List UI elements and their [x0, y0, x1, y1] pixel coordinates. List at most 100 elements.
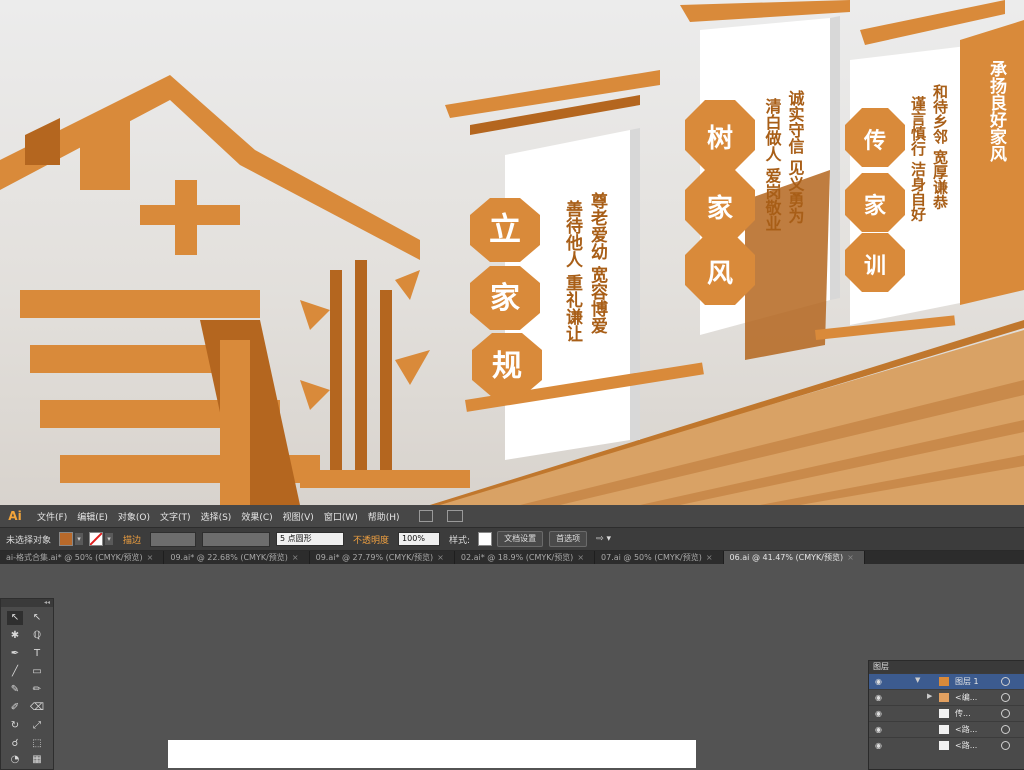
paintbrush-tool-icon[interactable]: ✎ — [7, 683, 23, 697]
close-icon[interactable]: × — [292, 553, 299, 562]
target-circle-icon[interactable] — [1001, 677, 1010, 686]
badge-char: 家 — [864, 193, 887, 219]
layer-row[interactable]: ◉ 传... — [869, 705, 1024, 721]
layer-row[interactable]: ◉ ▼ 图层 1 — [869, 673, 1024, 689]
tab-doc-active[interactable]: 06.ai @ 41.47% (CMYK/预览) × — [723, 551, 865, 565]
eraser-tool-icon[interactable]: ⌫ — [29, 701, 45, 715]
direct-selection-tool-icon[interactable]: ↖ — [29, 611, 45, 625]
warp-tool-icon[interactable]: ☌ — [7, 737, 23, 751]
visibility-eye-icon[interactable]: ◉ — [875, 693, 882, 702]
target-circle-icon[interactable] — [1001, 693, 1010, 702]
badge-char: 立 — [489, 210, 521, 248]
rotate-tool-icon[interactable]: ↻ — [7, 719, 23, 733]
tab-doc-3[interactable]: 09.ai* @ 27.79% (CMYK/预览) × — [310, 551, 455, 565]
scale-tool-icon[interactable]: ⤢ — [29, 719, 45, 733]
visibility-eye-icon[interactable]: ◉ — [875, 741, 882, 750]
layer-name: <编... — [955, 693, 978, 702]
badge-char: 家 — [707, 193, 733, 224]
graphic-style-swatch[interactable] — [478, 532, 493, 546]
free-transform-tool-icon[interactable]: ⬚ — [29, 737, 45, 751]
app-logo: Ai — [8, 509, 22, 523]
target-circle-icon[interactable] — [1001, 725, 1010, 734]
menu-edit[interactable]: 编辑(E) — [72, 510, 113, 523]
selection-tool-icon[interactable]: ↖ — [7, 611, 23, 625]
perspective-grid-tool-icon[interactable]: ▦ — [29, 753, 45, 767]
opacity-label[interactable]: 不透明度 — [347, 533, 395, 546]
stroke-label[interactable]: 描边 — [117, 533, 147, 546]
expand-arrow-icon[interactable]: ▼ — [915, 676, 920, 684]
fill-swatch[interactable] — [59, 532, 74, 546]
bridge-icon[interactable] — [418, 510, 433, 522]
lasso-tool-icon[interactable]: ℚ — [29, 629, 45, 643]
target-circle-icon[interactable] — [1001, 709, 1010, 718]
close-icon[interactable]: × — [147, 553, 154, 562]
menu-file[interactable]: 文件(F) — [32, 510, 72, 523]
scene-art: 立 家 规 树 家 风 传 家 训 尊老爱幼 宽容博爱 善待他人 重礼谦让 诚实… — [0, 0, 1024, 505]
badge-char: 规 — [492, 349, 522, 384]
menu-object[interactable]: 对象(O) — [113, 510, 155, 523]
target-circle-icon[interactable] — [1001, 741, 1010, 750]
blob-brush-tool-icon[interactable]: ✐ — [7, 701, 23, 715]
document-setup-button[interactable]: 文档设置 — [497, 531, 544, 547]
menu-help[interactable]: 帮助(H) — [363, 510, 405, 523]
tab-doc-2[interactable]: 09.ai* @ 22.68% (CMYK/预览) × — [164, 551, 310, 565]
close-icon[interactable]: × — [437, 553, 444, 562]
variable-width-field[interactable] — [202, 531, 271, 547]
menu-view[interactable]: 视图(V) — [278, 510, 319, 523]
shape-builder-tool-icon[interactable]: ◔ — [7, 753, 23, 767]
magic-wand-tool-icon[interactable]: ✱ — [7, 629, 23, 643]
badge-char: 树 — [707, 124, 733, 154]
menu-effect[interactable]: 效果(C) — [236, 510, 277, 523]
layers-panel-title[interactable]: 图层 — [869, 661, 1024, 673]
canvas-area[interactable]: ◂◂ ↖ ↖ ✱ ℚ ✒ T ╱ ▭ ✎ ✏ ✐ ⌫ ↻ ⤢ ☌ ⬚ ◔ ▦ 图… — [0, 564, 1024, 770]
visibility-eye-icon[interactable]: ◉ — [875, 677, 882, 686]
collapse-icon[interactable]: ◂◂ — [1, 599, 53, 607]
visibility-eye-icon[interactable]: ◉ — [875, 725, 882, 734]
layer-thumbnail — [939, 693, 949, 702]
tab-label: 02.ai* @ 18.9% (CMYK/预览) — [460, 553, 574, 562]
layer-row[interactable]: ◉ ▶ <编... — [869, 689, 1024, 705]
panel-line: 和待乡邻 宽厚谦恭 — [931, 84, 949, 210]
brush-definition-select[interactable]: 5 点圆形 — [276, 532, 345, 546]
stroke-weight-field[interactable] — [150, 531, 197, 547]
tab-doc-5[interactable]: 07.ai @ 50% (CMYK/预览) × — [595, 551, 724, 565]
panel-line: 谨言慎行 洁身自好 — [909, 95, 927, 222]
opacity-input[interactable]: 100% — [398, 532, 441, 546]
badge-char: 训 — [864, 253, 886, 279]
tab-doc-1[interactable]: ai-格式合集.ai* @ 50% (CMYK/预览) × — [0, 551, 165, 565]
badge-char: 风 — [707, 259, 733, 289]
close-icon[interactable]: × — [577, 553, 584, 562]
fill-dropdown-icon[interactable]: ▾ — [75, 533, 84, 545]
arrange-documents-icon[interactable] — [446, 510, 463, 522]
panel-line: 善待他人 重礼谦让 — [562, 199, 584, 342]
stroke-dropdown-icon[interactable]: ▾ — [105, 533, 114, 545]
menu-type[interactable]: 文字(T) — [155, 510, 196, 523]
panel-menu-icon[interactable]: ⇨ ▾ — [590, 534, 617, 544]
artboard[interactable] — [168, 740, 696, 768]
layer-thumbnail — [939, 725, 949, 734]
menu-select[interactable]: 选择(S) — [196, 510, 237, 523]
pencil-tool-icon[interactable]: ✏ — [29, 683, 45, 697]
preferences-button[interactable]: 首选项 — [549, 531, 588, 547]
none-slash-icon — [90, 533, 103, 545]
stroke-swatch[interactable] — [89, 532, 104, 546]
menu-window[interactable]: 窗口(W) — [319, 510, 363, 523]
layer-row[interactable]: ◉ <路... — [869, 737, 1024, 753]
tab-doc-4[interactable]: 02.ai* @ 18.9% (CMYK/预览) × — [455, 551, 596, 565]
expand-arrow-icon[interactable]: ▶ — [927, 692, 932, 700]
layer-name: <路... — [955, 741, 978, 750]
house-logo — [0, 75, 470, 505]
rectangle-tool-icon[interactable]: ▭ — [29, 665, 45, 679]
line-tool-icon[interactable]: ╱ — [7, 665, 23, 679]
visibility-eye-icon[interactable]: ◉ — [875, 709, 882, 718]
layer-thumbnail — [939, 677, 949, 686]
layer-row[interactable]: ◉ <路... — [869, 721, 1024, 737]
pen-tool-icon[interactable]: ✒ — [7, 647, 23, 661]
document-tabs: ai-格式合集.ai* @ 50% (CMYK/预览) × 09.ai* @ 22… — [0, 551, 1024, 565]
close-icon[interactable]: × — [706, 553, 713, 562]
layers-panel: 图层 ◉ ▼ 图层 1 ◉ ▶ <编... ◉ 传... ◉ <路... ◉ <… — [868, 660, 1024, 770]
type-tool-icon[interactable]: T — [29, 647, 45, 661]
illustrator-window: Ai 文件(F) 编辑(E) 对象(O) 文字(T) 选择(S) 效果(C) 视… — [0, 505, 1024, 770]
close-icon[interactable]: × — [847, 553, 854, 562]
style-label: 样式: — [449, 535, 471, 546]
